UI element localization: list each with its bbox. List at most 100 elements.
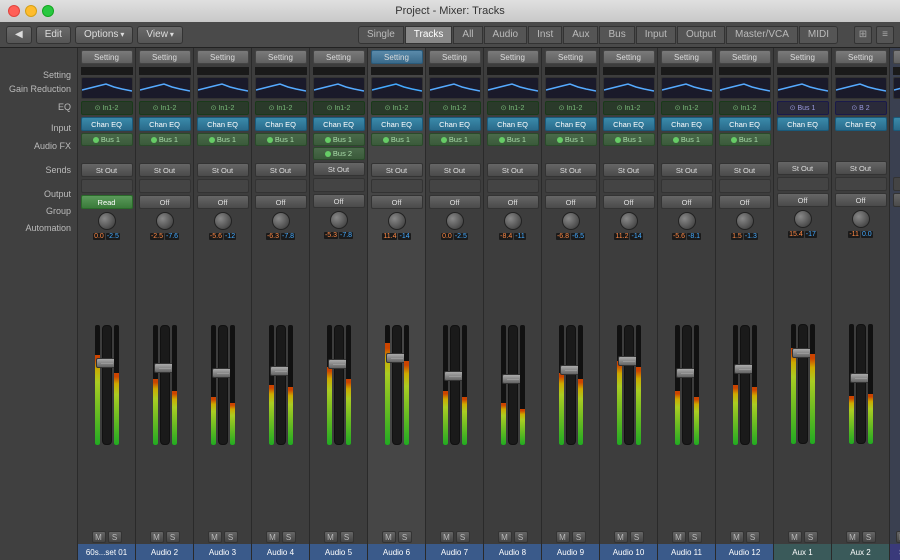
eq-curve-6[interactable] xyxy=(371,77,423,99)
mute-btn-4[interactable]: M xyxy=(266,531,280,543)
pan-knob-8[interactable] xyxy=(504,212,522,230)
eq-curve-10[interactable] xyxy=(603,77,655,99)
pan-knob-12[interactable] xyxy=(736,212,754,230)
fader-track-1[interactable] xyxy=(102,325,112,445)
output-btn-3[interactable]: St Out xyxy=(197,163,249,177)
chan-eq-btn-6[interactable]: Chan EQ xyxy=(371,117,423,131)
mute-btn-14[interactable]: M xyxy=(846,531,860,543)
output-btn-14[interactable]: St Out xyxy=(835,161,887,175)
mute-btn-8[interactable]: M xyxy=(498,531,512,543)
setting-btn-11[interactable]: Setting xyxy=(661,50,713,64)
mute-btn-5[interactable]: M xyxy=(324,531,338,543)
chan-eq-btn-12[interactable]: Chan EQ xyxy=(719,117,771,131)
chan-eq-btn-3[interactable]: Chan EQ xyxy=(197,117,249,131)
auto-btn-6[interactable]: Off xyxy=(371,195,423,209)
auto-btn-7[interactable]: Off xyxy=(429,195,481,209)
tab-all[interactable]: All xyxy=(453,26,482,44)
chan-eq-btn-13[interactable]: Chan EQ xyxy=(777,117,829,131)
eq-curve-15[interactable] xyxy=(893,77,900,99)
pan-knob-9[interactable] xyxy=(562,212,580,230)
pan-knob-14[interactable] xyxy=(852,210,870,228)
back-button[interactable]: ◀ xyxy=(6,26,32,44)
fader-track-6[interactable] xyxy=(392,325,402,445)
setting-btn-6[interactable]: Setting xyxy=(371,50,423,64)
channel-name-5[interactable]: Audio 5 xyxy=(310,544,367,560)
output-btn-4[interactable]: St Out xyxy=(255,163,307,177)
channel-name-15[interactable]: Stereo Out xyxy=(890,544,900,560)
setting-btn-13[interactable]: Setting xyxy=(777,50,829,64)
auto-btn-12[interactable]: Off xyxy=(719,195,771,209)
list-icon[interactable]: ≡ xyxy=(876,26,894,44)
mute-btn-1[interactable]: M xyxy=(92,531,106,543)
input-btn-4[interactable]: ⊙ In1-2 xyxy=(255,101,307,115)
input-btn-6[interactable]: ⊙ In1-2 xyxy=(371,101,423,115)
solo-btn-9[interactable]: S xyxy=(572,531,586,543)
send-btn-12[interactable]: Bus 1 xyxy=(719,133,771,146)
channel-name-1[interactable]: 60s...set 01 xyxy=(78,544,135,560)
solo-btn-12[interactable]: S xyxy=(746,531,760,543)
input-btn-2[interactable]: ⊙ In1-2 xyxy=(139,101,191,115)
auto-btn-8[interactable]: Off xyxy=(487,195,539,209)
channel-name-2[interactable]: Audio 2 xyxy=(136,544,193,560)
pan-knob-6[interactable] xyxy=(388,212,406,230)
output-btn-13[interactable]: St Out xyxy=(777,161,829,175)
pan-knob-4[interactable] xyxy=(272,212,290,230)
channel-name-13[interactable]: Aux 1 xyxy=(774,544,831,560)
mute-btn-3[interactable]: M xyxy=(208,531,222,543)
tab-single[interactable]: Single xyxy=(358,26,404,44)
setting-btn-7[interactable]: Setting xyxy=(429,50,481,64)
channel-name-10[interactable]: Audio 10 xyxy=(600,544,657,560)
channel-name-6[interactable]: Audio 6 xyxy=(368,544,425,560)
channel-name-12[interactable]: Audio 12 xyxy=(716,544,773,560)
channel-name-7[interactable]: Audio 7 xyxy=(426,544,483,560)
setting-btn-12[interactable]: Setting xyxy=(719,50,771,64)
chan-eq-btn-11[interactable]: Chan EQ xyxy=(661,117,713,131)
view-button[interactable]: View ▾ xyxy=(137,26,183,44)
fader-track-7[interactable] xyxy=(450,325,460,445)
pan-knob-5[interactable] xyxy=(330,211,348,229)
send-btn-1[interactable]: Bus 1 xyxy=(81,133,133,146)
input-btn-7[interactable]: ⊙ In1-2 xyxy=(429,101,481,115)
tab-output[interactable]: Output xyxy=(677,26,725,44)
output-btn-5[interactable]: St Out xyxy=(313,162,365,176)
fader-track-4[interactable] xyxy=(276,325,286,445)
solo-btn-6[interactable]: S xyxy=(398,531,412,543)
output-btn-10[interactable]: St Out xyxy=(603,163,655,177)
chan-eq-btn-1[interactable]: Chan EQ xyxy=(81,117,133,131)
fader-track-5[interactable] xyxy=(334,325,344,445)
mute-btn-15[interactable]: M xyxy=(896,531,900,543)
auto-btn-15[interactable]: Off xyxy=(893,193,900,207)
send-btn-4[interactable]: Bus 1 xyxy=(255,133,307,146)
send-btn-6[interactable]: Bus 1 xyxy=(371,133,423,146)
pan-knob-1[interactable] xyxy=(98,212,116,230)
setting-btn-1[interactable]: Setting xyxy=(81,50,133,64)
auto-btn-10[interactable]: Off xyxy=(603,195,655,209)
auto-btn-2[interactable]: Off xyxy=(139,195,191,209)
input-btn-12[interactable]: ⊙ In1-2 xyxy=(719,101,771,115)
channel-name-11[interactable]: Audio 11 xyxy=(658,544,715,560)
edit-button[interactable]: Edit xyxy=(36,26,71,44)
channel-name-9[interactable]: Audio 9 xyxy=(542,544,599,560)
eq-curve-3[interactable] xyxy=(197,77,249,99)
input-btn-13[interactable]: ⊙ Bus 1 xyxy=(777,101,829,115)
channel-name-14[interactable]: Aux 2 xyxy=(832,544,889,560)
fader-track-12[interactable] xyxy=(740,325,750,445)
pan-knob-2[interactable] xyxy=(156,212,174,230)
input-btn-10[interactable]: ⊙ In1-2 xyxy=(603,101,655,115)
channel-name-3[interactable]: Audio 3 xyxy=(194,544,251,560)
pan-knob-7[interactable] xyxy=(446,212,464,230)
auto-btn-9[interactable]: Off xyxy=(545,195,597,209)
tab-aux[interactable]: Aux xyxy=(563,26,598,44)
options-button[interactable]: Options ▾ xyxy=(75,26,133,44)
chan-eq-btn-2[interactable]: Chan EQ xyxy=(139,117,191,131)
setting-btn-4[interactable]: Setting xyxy=(255,50,307,64)
input-btn-8[interactable]: ⊙ In1-2 xyxy=(487,101,539,115)
input-btn-11[interactable]: ⊙ In1-2 xyxy=(661,101,713,115)
output-btn-7[interactable]: St Out xyxy=(429,163,481,177)
tab-input[interactable]: Input xyxy=(636,26,676,44)
solo-btn-1[interactable]: S xyxy=(108,531,122,543)
input-btn-9[interactable]: ⊙ In1-2 xyxy=(545,101,597,115)
setting-btn-10[interactable]: Setting xyxy=(603,50,655,64)
minimize-button[interactable] xyxy=(25,5,37,17)
solo-btn-5[interactable]: S xyxy=(340,531,354,543)
